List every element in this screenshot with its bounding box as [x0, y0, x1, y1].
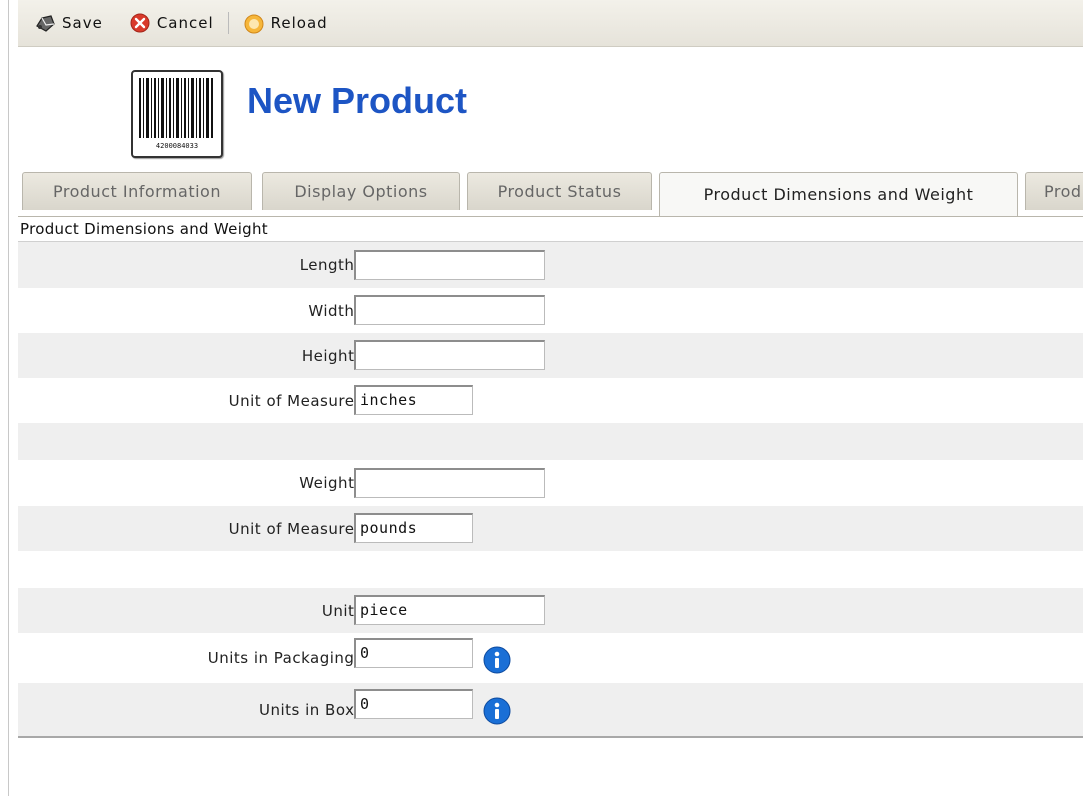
- dimension-unit-input[interactable]: inches: [354, 385, 473, 415]
- tab-more[interactable]: Prod: [1025, 172, 1083, 210]
- spacer-row: [18, 423, 1083, 460]
- cancel-label: Cancel: [156, 14, 214, 32]
- height-input[interactable]: [354, 340, 545, 370]
- dimensions-panel: Product Dimensions and Weight Length: Wi…: [18, 216, 1083, 738]
- unit-row: Unit: piece: [18, 588, 1083, 633]
- width-input[interactable]: [354, 295, 545, 325]
- weight-unit-row: Unit of Measure: pounds: [18, 506, 1083, 551]
- spacer-row: [18, 551, 1083, 588]
- tab-bar: Product Information Display Options Prod…: [18, 172, 1083, 216]
- save-label: Save: [62, 14, 103, 32]
- info-icon[interactable]: [482, 645, 512, 675]
- width-label: Width:: [308, 301, 360, 320]
- units-in-box-input[interactable]: 0: [354, 689, 473, 719]
- weight-label: Weight:: [299, 474, 360, 492]
- page-title: New Product: [247, 80, 468, 121]
- cancel-icon: [129, 12, 151, 34]
- cancel-button[interactable]: Cancel: [129, 12, 214, 34]
- dimension-unit-label: Unit of Measure:: [228, 391, 360, 410]
- toolbar-separator: [227, 12, 229, 34]
- reload-button[interactable]: Reload: [243, 12, 328, 34]
- height-row: Height:: [18, 333, 1083, 378]
- length-input[interactable]: [354, 250, 545, 280]
- panel-heading: Product Dimensions and Weight: [18, 217, 1083, 242]
- weight-unit-input[interactable]: pounds: [354, 513, 473, 543]
- left-border: [8, 0, 9, 796]
- toolbar: Save Cancel Reload: [18, 0, 1083, 47]
- weight-input[interactable]: [354, 468, 545, 498]
- tab-product-dimensions-and-weight[interactable]: Product Dimensions and Weight: [659, 172, 1018, 216]
- tab-product-status[interactable]: Product Status: [467, 172, 652, 210]
- save-button[interactable]: Save: [34, 12, 103, 34]
- unit-input[interactable]: piece: [354, 595, 545, 625]
- length-row: Length:: [18, 242, 1083, 288]
- save-icon: [34, 12, 56, 34]
- svg-text:4200084033: 4200084033: [156, 142, 198, 150]
- reload-icon: [243, 12, 265, 34]
- length-label: Length:: [299, 256, 360, 274]
- tab-display-options[interactable]: Display Options: [262, 172, 460, 210]
- info-icon[interactable]: [482, 696, 512, 726]
- weight-row: Weight:: [18, 460, 1083, 506]
- height-label: Height:: [301, 346, 360, 365]
- reload-label: Reload: [270, 14, 328, 32]
- tab-product-information[interactable]: Product Information: [22, 172, 252, 210]
- units-in-box-row: Units in Box: 0: [18, 683, 1083, 736]
- units-in-packaging-label: Units in Packaging:: [207, 649, 360, 667]
- units-in-box-label: Units in Box:: [259, 700, 360, 719]
- weight-unit-label: Unit of Measure:: [228, 519, 360, 538]
- width-row: Width:: [18, 288, 1083, 333]
- barcode-icon: 4200084033: [131, 70, 223, 158]
- units-in-packaging-row: Units in Packaging: 0: [18, 633, 1083, 683]
- units-in-packaging-input[interactable]: 0: [354, 638, 473, 668]
- dimension-unit-row: Unit of Measure: inches: [18, 378, 1083, 423]
